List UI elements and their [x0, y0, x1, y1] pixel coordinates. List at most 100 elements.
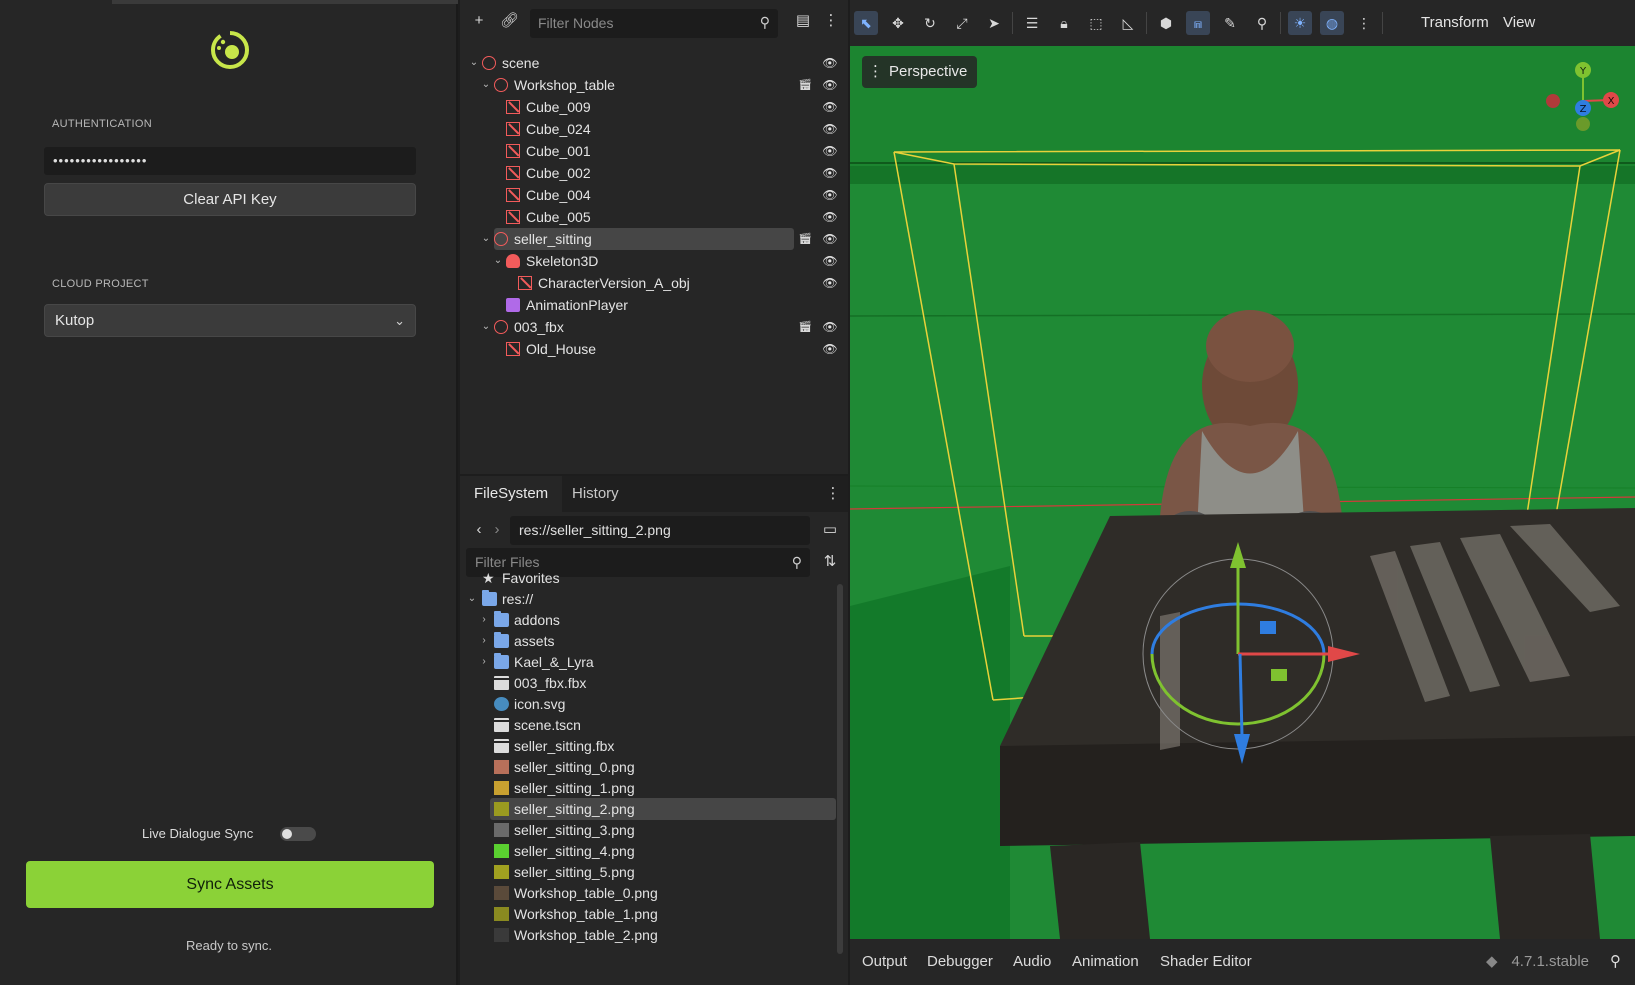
visibility-eye-icon[interactable]: 👁︎ [822, 338, 838, 360]
pointer-icon[interactable]: ➤ [982, 11, 1006, 35]
file-row[interactable]: Workshop_table_0.png [460, 882, 840, 904]
chevron-down-icon[interactable]: ⌄ [466, 588, 478, 610]
file-row[interactable]: seller_sitting_2.png [460, 798, 840, 820]
more-options-icon[interactable]: ⋮ [822, 12, 840, 30]
tree-node-row[interactable]: ⌄ Workshop_table 🎬︎ 👁︎ [460, 74, 848, 96]
visibility-eye-icon[interactable]: 👁︎ [822, 140, 838, 162]
file-row[interactable]: seller_sitting_3.png [460, 819, 840, 841]
file-row[interactable]: seller_sitting.fbx [460, 735, 840, 757]
tree-node-row[interactable]: Cube_001 👁︎ [460, 140, 848, 162]
chevron-right-icon[interactable]: › [478, 630, 490, 652]
visibility-eye-icon[interactable]: 👁︎ [822, 162, 838, 184]
tab-filesystem[interactable]: FileSystem [460, 476, 563, 512]
file-row[interactable]: › assets [460, 630, 840, 652]
visibility-eye-icon[interactable]: 👁︎ [822, 74, 838, 96]
pin-icon[interactable]: ⚲ [1250, 11, 1274, 35]
chevron-down-icon[interactable]: ⌄ [480, 74, 492, 96]
visibility-eye-icon[interactable]: 👁︎ [822, 118, 838, 140]
file-row[interactable]: seller_sitting_0.png [460, 756, 840, 778]
rotate-mode-icon[interactable]: ↻ [918, 11, 942, 35]
file-row[interactable]: scene.tscn [460, 714, 840, 736]
chevron-right-icon[interactable]: › [478, 609, 490, 631]
visibility-eye-icon[interactable]: 👁︎ [822, 184, 838, 206]
perspective-menu[interactable]: ⋮ Perspective [862, 56, 978, 88]
file-row[interactable]: › Kael_&_Lyra [460, 651, 840, 673]
snap-icon[interactable]: ⩎ [1186, 11, 1210, 35]
visibility-eye-icon[interactable]: 👁︎ [822, 272, 838, 294]
tree-node-row[interactable]: CharacterVersion_A_obj 👁︎ [460, 272, 848, 294]
path-input[interactable]: res://seller_sitting_2.png [510, 516, 810, 545]
forward-arrow-icon[interactable]: › [488, 521, 506, 539]
link-icon[interactable]: 🔗︎ [500, 12, 519, 30]
tree-node-row[interactable]: Old_House 👁︎ [460, 338, 848, 360]
file-row[interactable]: seller_sitting_5.png [460, 861, 840, 883]
tree-node-row[interactable]: ⌄ scene 👁︎ [460, 52, 848, 74]
more-options-icon[interactable]: ⋮ [824, 485, 842, 503]
tree-node-row[interactable]: Cube_005 👁︎ [460, 206, 848, 228]
tree-node-row[interactable]: Cube_002 👁︎ [460, 162, 848, 184]
live-dialogue-sync-toggle[interactable] [280, 827, 316, 841]
visibility-eye-icon[interactable]: 👁︎ [822, 316, 838, 338]
environment-preview-icon[interactable]: ◍ [1320, 11, 1344, 35]
file-row[interactable]: ⌄ res:// [460, 588, 840, 610]
instance-scene-icon[interactable]: ▤ [794, 12, 812, 30]
tree-node-row[interactable]: AnimationPlayer [460, 294, 848, 316]
pin-panel-icon[interactable]: ⚲ [1610, 939, 1621, 985]
sun-preview-icon[interactable]: ☀ [1288, 11, 1312, 35]
paint-icon[interactable]: ✎ [1218, 11, 1242, 35]
visibility-eye-icon[interactable]: 👁︎ [822, 96, 838, 118]
3d-viewport[interactable]: ⋮ Perspective Y X Z [850, 46, 1635, 939]
tab-shader-editor[interactable]: Shader Editor [1160, 939, 1252, 985]
transform-menu[interactable]: Transform [1421, 0, 1489, 46]
tab-audio[interactable]: Audio [1013, 939, 1051, 985]
split-view-icon[interactable]: ▭ [821, 521, 839, 539]
visibility-eye-icon[interactable]: 👁︎ [822, 228, 838, 250]
clear-api-key-button[interactable]: Clear API Key [44, 183, 416, 216]
tab-animation[interactable]: Animation [1072, 939, 1139, 985]
chevron-down-icon[interactable]: ⌄ [480, 316, 492, 338]
group-icon[interactable]: ⬚ [1084, 11, 1108, 35]
tree-node-row[interactable]: Cube_009 👁︎ [460, 96, 848, 118]
tree-node-row[interactable]: Cube_004 👁︎ [460, 184, 848, 206]
back-arrow-icon[interactable]: ‹ [470, 521, 488, 539]
tab-output[interactable]: Output [862, 939, 907, 985]
filter-nodes-input[interactable]: Filter Nodes ⚲ [530, 9, 778, 38]
move-mode-icon[interactable]: ✥ [886, 11, 910, 35]
select-mode-icon[interactable]: ⬉ [854, 11, 878, 35]
ruler-icon[interactable]: ◺ [1116, 11, 1140, 35]
chevron-right-icon[interactable]: › [478, 651, 490, 673]
open-scene-icon[interactable]: 🎬︎ [797, 228, 813, 250]
tab-history[interactable]: History [558, 476, 633, 512]
tree-node-row[interactable]: ⌄ Skeleton3D 👁︎ [460, 250, 848, 272]
list-select-icon[interactable]: ☰ [1020, 11, 1044, 35]
tab-debugger[interactable]: Debugger [927, 939, 993, 985]
scale-mode-icon[interactable]: ⤢ [950, 11, 974, 35]
add-node-icon[interactable]: + [470, 12, 488, 30]
view-menu[interactable]: View [1503, 0, 1535, 46]
tree-node-row[interactable]: Cube_024 👁︎ [460, 118, 848, 140]
file-list-scrollbar[interactable] [837, 584, 843, 954]
file-row[interactable]: icon.svg [460, 693, 840, 715]
file-row[interactable]: seller_sitting_1.png [460, 777, 840, 799]
chevron-down-icon[interactable]: ⌄ [468, 52, 480, 74]
more-options-icon[interactable]: ⋮ [1352, 11, 1376, 35]
open-scene-icon[interactable]: 🎬︎ [797, 74, 813, 96]
view-axis-gizmo[interactable]: Y X Z [1531, 56, 1621, 136]
file-row[interactable]: Workshop_table_2.png [460, 924, 840, 946]
api-key-field[interactable]: ••••••••••••••••• [44, 147, 416, 175]
file-row[interactable]: seller_sitting_4.png [460, 840, 840, 862]
visibility-eye-icon[interactable]: 👁︎ [822, 206, 838, 228]
sync-assets-button[interactable]: Sync Assets [26, 861, 434, 908]
cloud-project-select[interactable]: Kutop ⌄ [44, 304, 416, 337]
file-row[interactable]: › addons [460, 609, 840, 631]
chevron-down-icon[interactable]: ⌄ [492, 250, 504, 272]
file-row[interactable]: 003_fbx.fbx [460, 672, 840, 694]
visibility-eye-icon[interactable]: 👁︎ [822, 52, 838, 74]
file-row[interactable]: Workshop_table_1.png [460, 903, 840, 925]
tree-node-row[interactable]: ⌄ seller_sitting 🎬︎ 👁︎ [460, 228, 848, 250]
lock-icon[interactable]: 🔒︎ [1052, 11, 1076, 35]
chevron-down-icon[interactable]: ⌄ [480, 228, 492, 250]
local-space-icon[interactable]: ⬢ [1154, 11, 1178, 35]
file-row[interactable]: ★ Favorites [460, 567, 840, 589]
visibility-eye-icon[interactable]: 👁︎ [822, 250, 838, 272]
